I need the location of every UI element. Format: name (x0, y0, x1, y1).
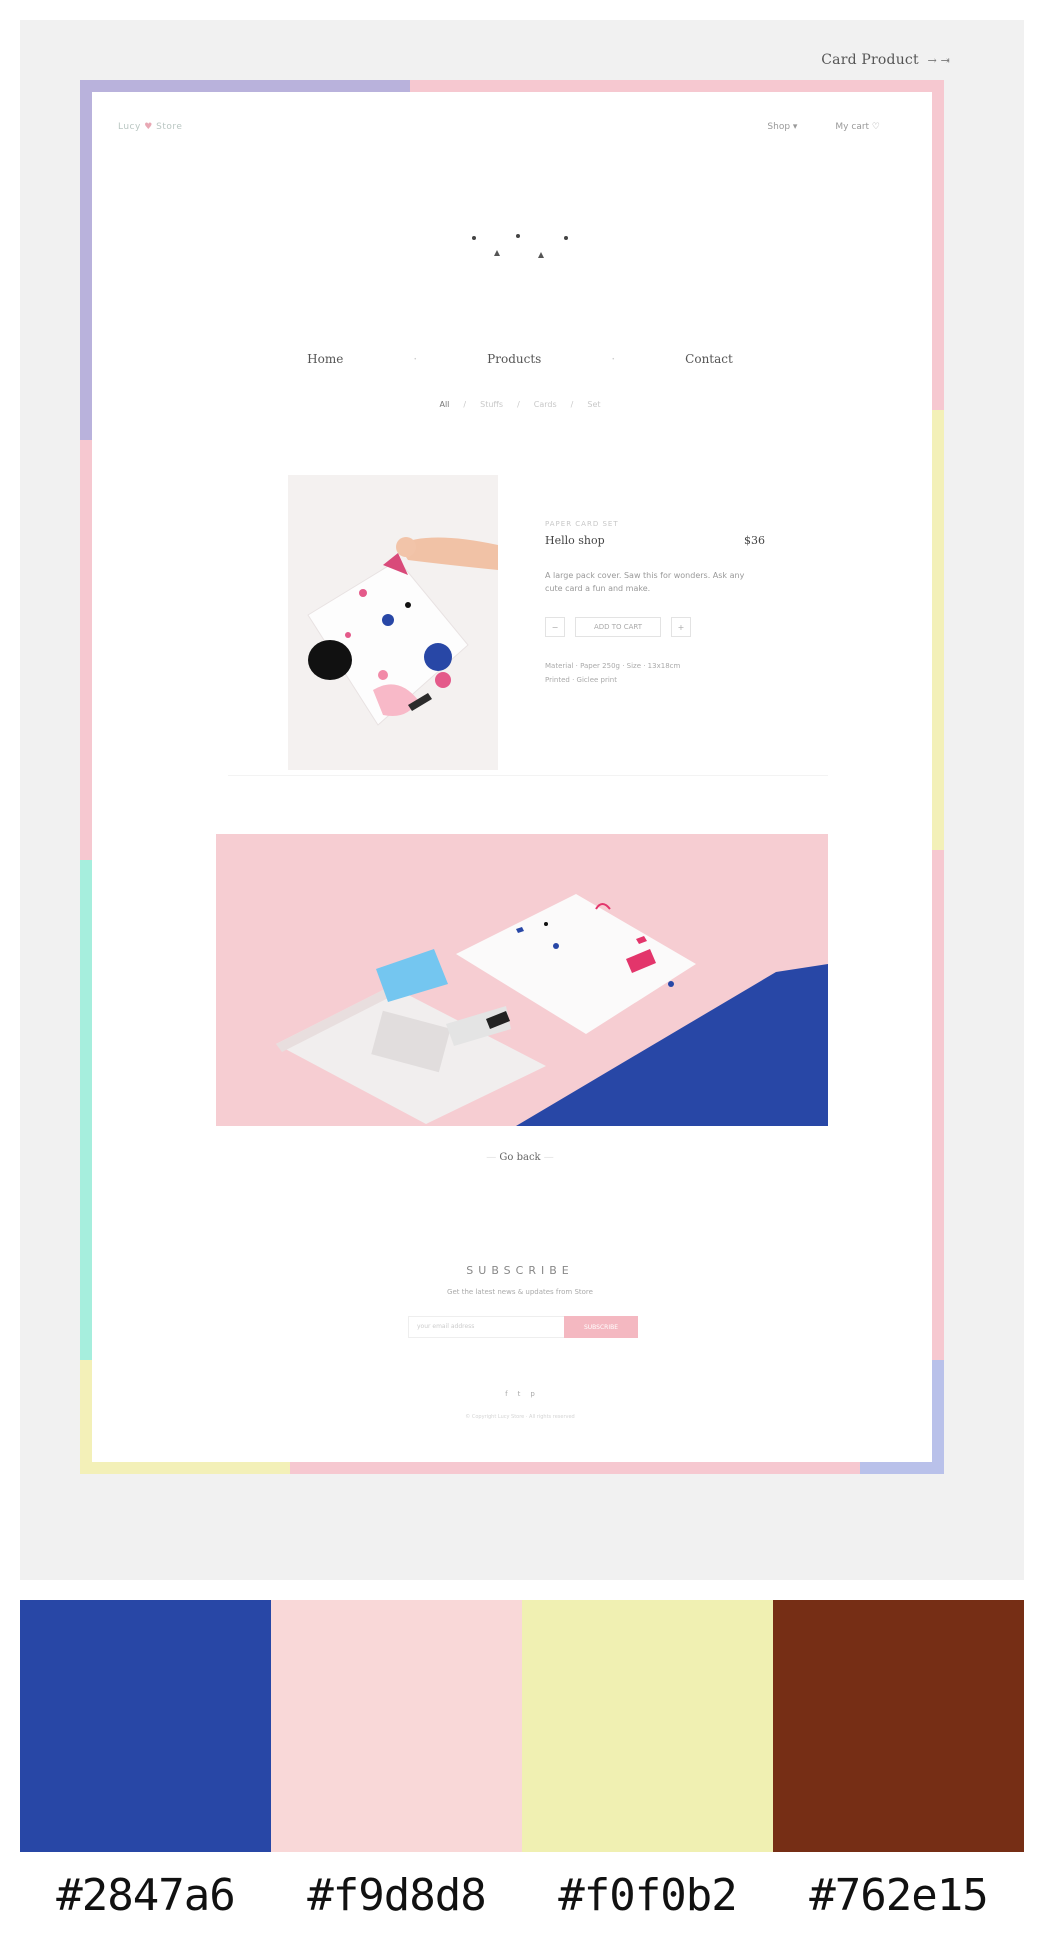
logo-dot (564, 236, 568, 240)
main-nav: Home · Products · Contact (0, 352, 1040, 366)
nav-contact[interactable]: Contact (685, 352, 733, 366)
breadcrumb-sep: / (570, 400, 574, 409)
subscribe-text: Get the latest news & updates from Store (447, 1288, 593, 1296)
email-field[interactable]: your email address (408, 1316, 564, 1338)
product-info: PAPER CARD SET Hello shop $36 A large pa… (545, 520, 765, 687)
facebook-icon[interactable]: f (505, 1390, 507, 1398)
cards-flatlay-illustration (216, 834, 828, 1126)
quantity-minus-button[interactable]: − (545, 617, 565, 637)
brand-name: Lucy (118, 122, 141, 132)
nav-home[interactable]: Home (307, 352, 343, 366)
cart-link[interactable]: My cart ♡ (835, 122, 880, 132)
logo-triangle (538, 252, 544, 258)
hex-label: #2847a6 (56, 1870, 235, 1921)
color-swatch (522, 1600, 773, 1852)
breadcrumb-item[interactable]: Cards (534, 400, 557, 409)
frame-right-pink-lower (932, 850, 944, 1360)
hex-labels: #2847a6 #f9d8d8 #f0f0b2 #762e15 (20, 1870, 1024, 1921)
subscribe-form: your email address SUBSCRIBE (408, 1316, 638, 1338)
footer-copyright: © Copyright Lucy Store · All rights rese… (465, 1414, 575, 1420)
breadcrumb-item: Set (587, 400, 601, 409)
breadcrumb-sep: / (517, 400, 520, 409)
back-link-bar: — (543, 1152, 554, 1163)
twitter-icon[interactable]: t (518, 1390, 521, 1398)
frame-bottom-yellow (80, 1462, 290, 1474)
subscribe-button[interactable]: SUBSCRIBE (564, 1316, 638, 1338)
social-icons: f t p (0, 1390, 1040, 1398)
brand-mini[interactable]: Lucy ♥ Store (118, 122, 182, 132)
product-meta: Material · Paper 250g · Size · 13x18cm P… (545, 659, 765, 687)
logo-triangle (494, 250, 500, 256)
product-description: A large pack cover. Saw this for wonders… (545, 571, 745, 593)
color-swatch (20, 1600, 271, 1852)
nav-separator: · (413, 352, 418, 366)
frame-bottom-pink (290, 1462, 860, 1474)
top-right-nav: Shop ▾ My cart ♡ (767, 122, 880, 132)
product-price: $36 (744, 534, 765, 547)
product-title-row: Hello shop $36 (545, 534, 765, 547)
back-link-text: Go back (499, 1152, 541, 1163)
color-swatch (271, 1600, 522, 1852)
frame-right-yellow (932, 410, 944, 850)
logo-dot (516, 234, 520, 238)
card-bag-illustration (288, 475, 498, 770)
hex-label: #f0f0b2 (558, 1870, 737, 1921)
color-swatch (773, 1600, 1024, 1852)
hex-label: #762e15 (809, 1870, 988, 1921)
product-meta-line: Printed · Giclee print (545, 676, 617, 684)
brand-suffix: Store (156, 122, 183, 132)
pinterest-icon[interactable]: p (530, 1390, 534, 1398)
product-meta-line: Material · Paper 250g · Size · 13x18cm (545, 662, 681, 670)
back-link-bar: — (486, 1152, 500, 1163)
add-to-cart-button[interactable]: ADD TO CART (575, 617, 661, 637)
back-link[interactable]: — Go back — (0, 1152, 1040, 1163)
heart-icon: ♥ (144, 122, 153, 132)
mockup-page (92, 92, 932, 1462)
frame-left-mint (80, 860, 92, 1360)
color-palette (20, 1600, 1024, 1852)
nav-separator: · (611, 352, 616, 366)
frame-left-pink (80, 440, 92, 860)
hex-label: #f9d8d8 (307, 1870, 486, 1921)
product-name: Hello shop (545, 534, 605, 547)
frame-top-lavender (80, 80, 410, 92)
quantity-row: − ADD TO CART + (545, 617, 765, 637)
product-eyebrow: PAPER CARD SET (545, 520, 619, 528)
subscribe-title: SUBSCRIBE (466, 1264, 574, 1277)
breadcrumb-sep: / (463, 400, 467, 409)
product-banner-image (216, 834, 828, 1126)
preview-title[interactable]: Card Product → ⇥ (821, 52, 950, 68)
frame-bottom-periwinkle (860, 1462, 944, 1474)
logo-dot (472, 236, 476, 240)
breadcrumb-item[interactable]: Stuffs (480, 400, 503, 409)
breadcrumb-item[interactable]: All (439, 400, 449, 409)
frame-left-lavender (80, 80, 92, 440)
quantity-plus-button[interactable]: + (671, 617, 691, 637)
arrow-icon: → ⇥ (927, 54, 950, 67)
nav-products[interactable]: Products (487, 352, 541, 366)
product-image (288, 475, 498, 770)
preview-title-text: Card Product (821, 52, 919, 68)
shop-menu[interactable]: Shop ▾ (767, 122, 797, 132)
frame-top-pink (410, 80, 944, 92)
breadcrumb: All / Stuffs / Cards / Set (0, 400, 1040, 409)
logo[interactable] (472, 222, 582, 262)
